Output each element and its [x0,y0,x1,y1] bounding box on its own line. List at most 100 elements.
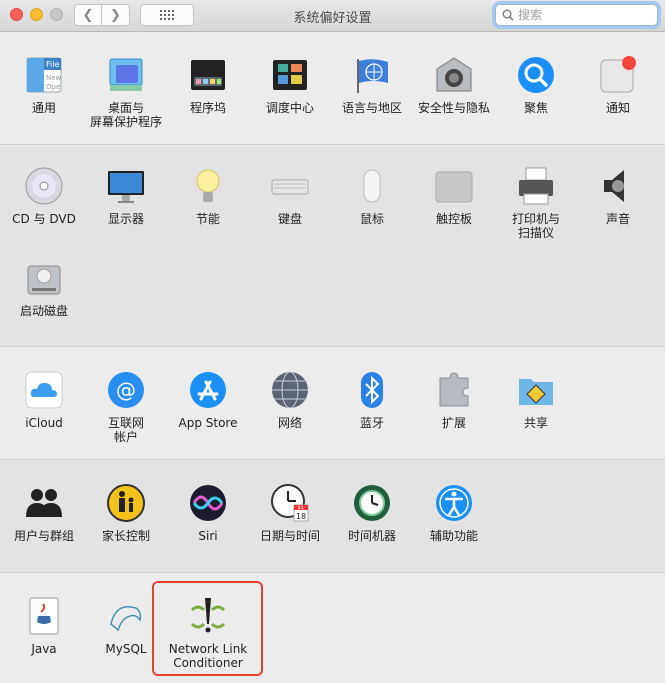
pref-label: 触控板 [435,212,472,226]
pref-printers-scanners[interactable]: 打印机与 扫描仪 [494,166,578,240]
pref-time-machine[interactable]: 时间机器 [330,483,414,543]
accessibility-icon [434,483,474,523]
pref-label: 用户与群组 [13,529,74,543]
pref-language-region[interactable]: 语言与地区 [330,55,414,115]
cd-dvd-icon [24,166,64,206]
search-field[interactable] [495,4,658,26]
pref-label: 节能 [195,212,220,226]
dock-icon [188,55,228,95]
trackpad-icon [434,166,474,206]
icloud-icon [24,370,64,410]
pref-app-store[interactable]: App Store [166,370,250,430]
pref-icloud[interactable]: iCloud [2,370,86,430]
svg-text:JUL: JUL [297,505,305,510]
pref-label-line2: 屏幕保护程序 [89,115,162,129]
security-privacy-icon [434,55,474,95]
notifications-icon [598,55,638,95]
pref-date-time[interactable]: JUL 18 日期与时间 [248,483,332,543]
svg-text:File: File [46,60,59,69]
pref-sharing[interactable]: 共享 [494,370,578,430]
pref-network[interactable]: 网络 [248,370,332,430]
pref-label: Siri [198,529,218,543]
section-internet: iCloud @ 互联网 帐户 App Store 网络 蓝牙 扩展 共享 [0,348,665,460]
pref-label: 扩展 [441,416,466,430]
parental-controls-icon [106,483,146,523]
pref-label: 启动磁盘 [19,304,68,318]
pref-mission-control[interactable]: 调度中心 [248,55,332,115]
java-icon [24,596,64,636]
selection-highlight-box [152,581,263,676]
desktop-screensaver-icon [106,55,146,95]
users-groups-icon [24,483,64,523]
date-time-icon: JUL 18 [270,483,310,523]
pref-label: 日期与时间 [259,529,320,543]
pref-sound[interactable]: 声音 [576,166,660,226]
pref-label: 键盘 [277,212,302,226]
siri-icon [188,483,228,523]
search-input[interactable] [518,8,648,22]
pref-label: 蓝牙 [359,416,384,430]
pref-energy-saver[interactable]: 节能 [166,166,250,226]
pref-label: Java [31,642,57,656]
pref-extensions[interactable]: 扩展 [412,370,496,430]
pref-users-groups[interactable]: 用户与群组 [2,483,86,543]
pref-label: 语言与地区 [341,101,402,115]
internet-accounts-icon: @ [106,370,146,410]
pref-desktop-screensaver[interactable]: 桌面与 屏幕保护程序 [84,55,168,129]
svg-text:Ope: Ope [46,83,60,91]
pref-label-line2: 扫描仪 [517,226,554,240]
pref-label: 辅助功能 [429,529,478,543]
language-region-icon [352,55,392,95]
energy-saver-icon [188,166,228,206]
pref-label: 桌面与 [107,101,144,115]
extensions-icon [434,370,474,410]
time-machine-icon [352,483,392,523]
pref-label: 调度中心 [265,101,314,115]
search-icon [502,9,514,21]
spotlight-icon [516,55,556,95]
pref-label: 打印机与 [511,212,560,226]
pref-label: 安全性与隐私 [417,101,490,115]
pref-startup-disk[interactable]: 启动磁盘 [2,258,86,318]
pref-keyboard[interactable]: 键盘 [248,166,332,226]
pref-label: 网络 [277,416,302,430]
section-personal: File New Ope 通用 桌面与 屏幕保护程序 程序坞 调度中心 语言与地… [0,33,665,145]
pref-displays[interactable]: 显示器 [84,166,168,226]
pref-label: 互联网 [107,416,144,430]
svg-text:18: 18 [296,512,306,521]
pref-label: 声音 [605,212,630,226]
pref-accessibility[interactable]: 辅助功能 [412,483,496,543]
pref-spotlight[interactable]: 聚焦 [494,55,578,115]
keyboard-icon [270,166,310,206]
pref-mouse[interactable]: 鼠标 [330,166,414,226]
pref-internet-accounts[interactable]: @ 互联网 帐户 [84,370,168,444]
mysql-icon [106,596,146,636]
svg-text:@: @ [116,378,136,402]
displays-icon [106,166,146,206]
pref-label: CD 与 DVD [12,212,76,226]
section-hardware: CD 与 DVD 显示器 节能 键盘 鼠标 触控板 打印机与 扫描仪 声音 启动… [0,146,665,347]
pref-parental-controls[interactable]: 家长控制 [84,483,168,543]
pref-trackpad[interactable]: 触控板 [412,166,496,226]
svg-text:New: New [46,74,62,82]
network-icon [270,370,310,410]
pref-bluetooth[interactable]: 蓝牙 [330,370,414,430]
app-store-icon [188,370,228,410]
pref-label: 显示器 [107,212,144,226]
pref-label: iCloud [25,416,63,430]
pref-cd-dvd[interactable]: CD 与 DVD [2,166,86,226]
pref-general[interactable]: File New Ope 通用 [2,55,86,115]
pref-label: 家长控制 [101,529,150,543]
pref-label: App Store [178,416,238,430]
pref-siri[interactable]: Siri [166,483,250,543]
pref-dock[interactable]: 程序坞 [166,55,250,115]
pref-security-privacy[interactable]: 安全性与隐私 [412,55,496,115]
pref-label-line2: 帐户 [113,430,138,444]
pref-java[interactable]: Java [2,596,86,656]
sound-icon [598,166,638,206]
section-system: 用户与群组 家长控制 Siri JUL 18 日期与时间 时间机器 辅助功能 [0,461,665,573]
pref-notifications[interactable]: 通知 [576,55,660,115]
pref-label: 通知 [605,101,630,115]
startup-disk-icon [24,258,64,298]
pref-label: 聚焦 [523,101,548,115]
